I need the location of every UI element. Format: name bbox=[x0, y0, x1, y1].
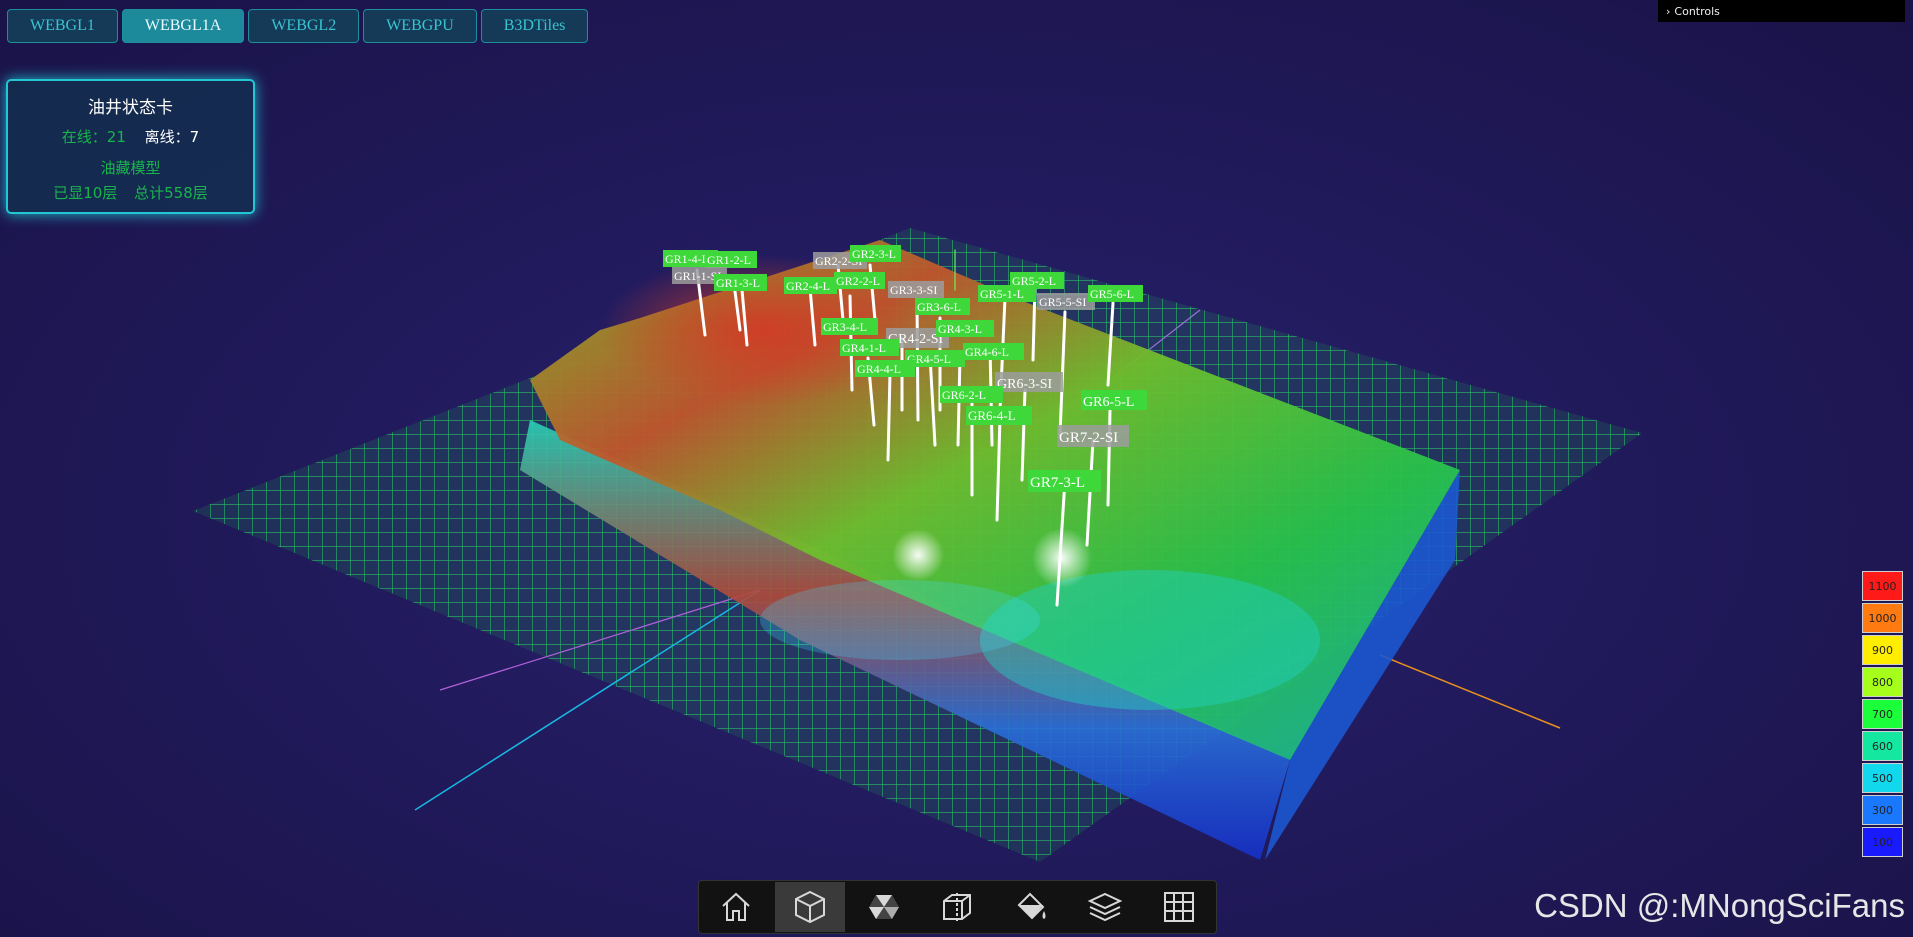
legend-swatch: 900 bbox=[1862, 635, 1903, 665]
svg-text:GR4-4-L: GR4-4-L bbox=[857, 362, 901, 376]
cut-plane-icon bbox=[868, 895, 899, 919]
svg-text:GR5-6-L: GR5-6-L bbox=[1090, 287, 1134, 301]
controls-label: Controls bbox=[1674, 4, 1720, 18]
well-label[interactable]: GR5-5-SI bbox=[1037, 293, 1095, 310]
svg-text:GR6-4-L: GR6-4-L bbox=[968, 408, 1016, 423]
tab-webgl1a[interactable]: WEBGL1A bbox=[121, 9, 245, 43]
cube-icon bbox=[794, 890, 825, 924]
controls-panel[interactable]: › Controls bbox=[1658, 0, 1905, 22]
color-legend: 1100 1000 900 800 700 600 500 300 100 bbox=[1862, 571, 1903, 859]
home-icon bbox=[722, 892, 750, 921]
paint-bucket-icon bbox=[1017, 892, 1046, 920]
axis-z bbox=[1379, 654, 1561, 729]
tab-webgpu[interactable]: WEBGPU bbox=[363, 9, 477, 43]
light-glow-1 bbox=[892, 529, 944, 581]
card-title: 油井状态卡 bbox=[88, 98, 173, 118]
svg-text:GR1-3-L: GR1-3-L bbox=[716, 276, 760, 290]
well-status-card: 油井状态卡 在线：21 离线：7 油藏模型 已显10层 总计558层 bbox=[6, 79, 255, 214]
terrain-teal bbox=[980, 570, 1320, 710]
svg-text:GR3-4-L: GR3-4-L bbox=[823, 320, 867, 334]
home-button[interactable] bbox=[701, 882, 771, 932]
section-box-icon bbox=[943, 893, 972, 923]
svg-text:GR6-3-SI: GR6-3-SI bbox=[997, 377, 1053, 392]
well-label[interactable]: GR1-2-L bbox=[705, 251, 757, 268]
well-label[interactable]: GR7-2-SI bbox=[1057, 425, 1129, 447]
bottom-toolbar bbox=[698, 880, 1217, 934]
svg-text:GR6-2-L: GR6-2-L bbox=[942, 388, 986, 402]
cube-button[interactable] bbox=[774, 882, 845, 932]
well-label[interactable]: GR2-3-L bbox=[850, 245, 901, 262]
well-label[interactable]: GR6-2-L bbox=[940, 386, 1003, 403]
legend-swatch: 1100 bbox=[1862, 571, 1903, 601]
svg-text:GR1-2-L: GR1-2-L bbox=[707, 253, 751, 267]
svg-text:GR7-3-L: GR7-3-L bbox=[1030, 475, 1085, 491]
svg-text:GR4-6-L: GR4-6-L bbox=[965, 345, 1009, 359]
grid-icon bbox=[1163, 892, 1194, 922]
terrain-cyan bbox=[760, 580, 1040, 660]
well-label[interactable]: GR6-5-L bbox=[1081, 390, 1147, 410]
offline-count: 离线：7 bbox=[144, 128, 200, 146]
well-label[interactable]: GR3-4-L bbox=[821, 318, 878, 335]
svg-text:GR5-1-L: GR5-1-L bbox=[980, 287, 1024, 301]
legend-swatch: 700 bbox=[1862, 699, 1903, 729]
legend-swatch: 1000 bbox=[1862, 603, 1903, 633]
legend-swatch: 500 bbox=[1862, 763, 1903, 793]
svg-text:GR7-2-SI: GR7-2-SI bbox=[1059, 430, 1118, 446]
legend-swatch: 100 bbox=[1862, 827, 1903, 857]
svg-text:GR5-5-SI: GR5-5-SI bbox=[1039, 295, 1086, 309]
well-label[interactable]: GR6-3-SI bbox=[995, 372, 1063, 392]
well-label[interactable]: GR6-4-L bbox=[966, 406, 1032, 425]
well-label[interactable]: GR5-1-L bbox=[978, 285, 1036, 302]
well-label[interactable]: GR3-3-SI bbox=[888, 281, 944, 298]
model-label: 油藏模型 bbox=[100, 159, 161, 177]
legend-swatch: 600 bbox=[1862, 731, 1903, 761]
svg-text:GR3-6-L: GR3-6-L bbox=[917, 300, 961, 314]
legend-swatch: 800 bbox=[1862, 667, 1903, 697]
well-label[interactable]: GR7-3-L bbox=[1028, 470, 1101, 492]
svg-text:GR4-3-L: GR4-3-L bbox=[938, 322, 982, 336]
svg-text:GR2-3-L: GR2-3-L bbox=[852, 247, 896, 261]
svg-text:GR3-3-SI: GR3-3-SI bbox=[890, 283, 937, 297]
renderer-tabs: WEBGL1 WEBGL1A WEBGL2 WEBGPU B3DTiles bbox=[7, 9, 589, 43]
chevron-right-icon: › bbox=[1666, 4, 1671, 18]
legend-swatch: 300 bbox=[1862, 795, 1903, 825]
well-label[interactable]: GR5-6-L bbox=[1088, 285, 1143, 302]
tab-webgl1[interactable]: WEBGL1 bbox=[7, 9, 118, 43]
cut-plane-button[interactable] bbox=[849, 882, 919, 932]
online-count: 在线：21 bbox=[61, 128, 126, 146]
well-label[interactable]: GR1-3-L bbox=[714, 274, 767, 291]
well-label[interactable]: GR3-6-L bbox=[915, 298, 970, 315]
total-layers: 总计558层 bbox=[134, 184, 208, 202]
paint-button[interactable] bbox=[996, 882, 1066, 932]
layers-icon bbox=[1087, 892, 1123, 922]
grid-button[interactable] bbox=[1144, 882, 1214, 932]
shown-layers: 已显10层 bbox=[53, 184, 118, 202]
well-label[interactable]: GR4-3-L bbox=[936, 320, 994, 337]
layers-button[interactable] bbox=[1070, 882, 1140, 932]
svg-text:GR1-4-L: GR1-4-L bbox=[665, 252, 709, 266]
well-label[interactable]: GR4-4-L bbox=[855, 360, 915, 377]
tab-webgl2[interactable]: WEBGL2 bbox=[248, 9, 360, 43]
svg-text:GR6-5-L: GR6-5-L bbox=[1083, 395, 1134, 410]
svg-text:GR4-1-L: GR4-1-L bbox=[842, 341, 886, 355]
well-label[interactable]: GR4-6-L bbox=[963, 343, 1024, 360]
svg-text:GR2-4-L: GR2-4-L bbox=[786, 279, 830, 293]
watermark: CSDN @:MNongSciFans bbox=[1534, 887, 1905, 924]
section-box-button[interactable] bbox=[922, 882, 992, 932]
svg-text:GR2-2-L: GR2-2-L bbox=[836, 274, 880, 288]
well-label[interactable]: GR2-4-L bbox=[784, 277, 837, 294]
tab-b3dtiles[interactable]: B3DTiles bbox=[480, 9, 589, 43]
reservoir-3d-view[interactable]: GR1-4-L GR1-2-L GR1-1-SI GR1-3-L GR2-2-S… bbox=[0, 0, 1913, 937]
well-label[interactable]: GR2-2-L bbox=[834, 272, 885, 289]
well-label[interactable]: GR4-1-L bbox=[840, 339, 899, 356]
